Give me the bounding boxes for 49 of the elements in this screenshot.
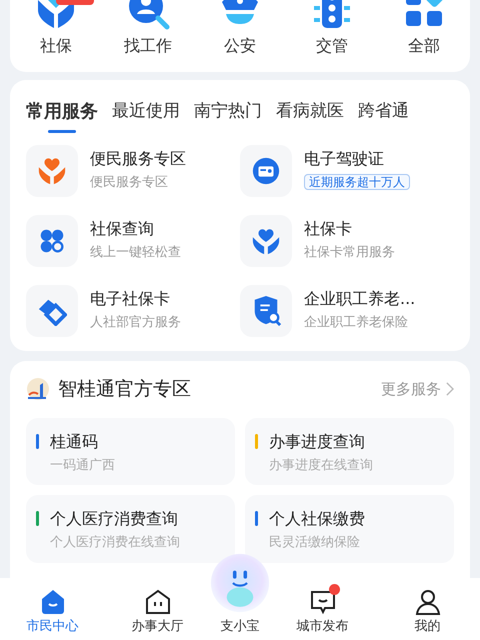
service-title[interactable]: 电子社保卡 — [90, 288, 181, 310]
service-title[interactable]: 企业职工养老... — [304, 288, 416, 310]
service-tile[interactable]: 办事进度查询 办事进度在线查询 — [245, 418, 454, 485]
service-subtitle: 便民服务专区 — [90, 175, 168, 190]
service-subtitle: 线上一键轻松查 — [90, 245, 181, 260]
tab[interactable]: 跨省通 — [358, 98, 409, 133]
service-tag: 近期服务超十万人 — [304, 174, 410, 190]
icon-tile[interactable] — [240, 145, 292, 197]
service-label[interactable]: 找工作 — [102, 34, 194, 58]
service-tile[interactable]: 个人社保缴费 民灵活缴纳保险 — [245, 495, 454, 562]
icon-tile[interactable] — [240, 285, 292, 337]
service-label[interactable]: 全部 — [378, 34, 470, 58]
service-subtitle: 企业职工养老保险 — [304, 315, 408, 330]
nav-tab[interactable]: 市民中心 — [0, 578, 105, 640]
nav-tab[interactable]: 城市发布 — [270, 578, 375, 640]
icon-tile[interactable] — [26, 145, 78, 197]
tab[interactable]: 看病就医 — [276, 98, 344, 133]
tile-subtitle: 一码通广西 — [50, 456, 116, 474]
icon-tile[interactable] — [26, 285, 78, 337]
tile-title: 个人医疗消费查询 — [50, 508, 179, 530]
tile-subtitle: 办事进度在线查询 — [269, 456, 374, 474]
tile-title: 办事进度查询 — [269, 430, 366, 452]
service-label[interactable]: 社保 — [10, 34, 102, 58]
service-subtitle: 人社部官方服务 — [90, 315, 181, 330]
service-tile[interactable]: 桂通码 一码通广西 — [26, 418, 235, 485]
service-title[interactable]: 便民服务专区 — [90, 148, 186, 170]
tile-title: 个人社保缴费 — [269, 508, 366, 530]
hands-heart-icon — [37, 156, 67, 186]
id-card-icon — [251, 156, 281, 186]
service-tile[interactable]: 个人医疗消费查询 个人医疗消费在线查询 — [26, 495, 235, 562]
nav-tab[interactable]: 办事大厅 — [105, 578, 210, 640]
service-label[interactable]: 公安 — [194, 34, 286, 58]
zone-title: 智桂通官方专区 — [58, 377, 191, 402]
tile-subtitle: 个人医疗消费在线查询 — [50, 534, 181, 552]
tab[interactable]: 常用服务 — [26, 98, 98, 133]
nav-tab[interactable]: 我的 — [375, 578, 480, 640]
tile-title: 桂通码 — [50, 430, 99, 452]
tab[interactable]: 南宁热门 — [194, 98, 262, 133]
service-subtitle: 社保卡常用服务 — [304, 245, 395, 260]
chevron-right-icon — [445, 382, 454, 396]
icon-tile[interactable] — [240, 215, 292, 267]
service-title[interactable]: 社保卡 — [304, 218, 395, 240]
tab[interactable]: 最近使用 — [112, 98, 180, 133]
service-label[interactable]: 交管 — [286, 34, 378, 58]
service-title[interactable]: 社保查询 — [90, 218, 181, 240]
tile-subtitle: 民灵活缴纳保险 — [269, 534, 361, 552]
landscape-logo-icon — [26, 377, 50, 402]
service-title[interactable]: 电子驾驶证 — [304, 148, 410, 170]
icon-tile[interactable] — [26, 215, 78, 267]
